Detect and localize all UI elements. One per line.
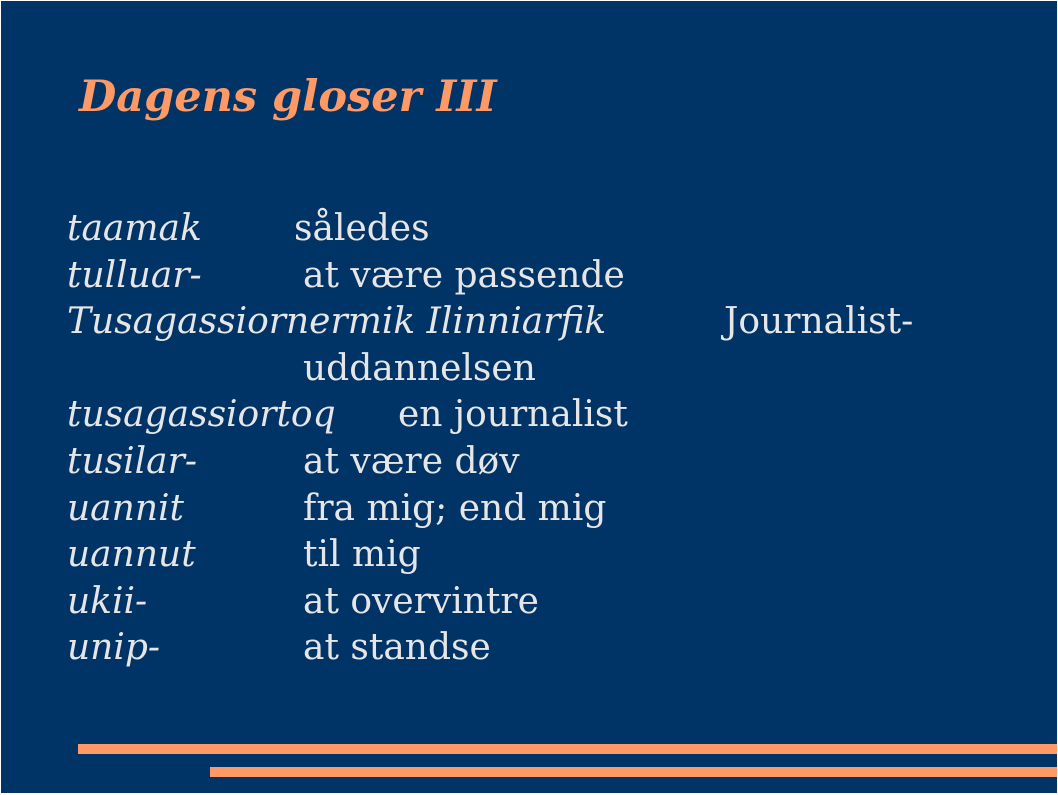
- glossary-term: unip-: [67, 627, 161, 669]
- glossary-list: taamak således tulluar- at være passende…: [67, 206, 1047, 672]
- glossary-entry: ukii- at overvintre: [67, 579, 1047, 626]
- glossary-meaning: at være passende: [303, 254, 625, 296]
- glossary-meaning: uddannelsen: [303, 347, 536, 389]
- glossary-term: uannut: [67, 534, 196, 576]
- glossary-term: taamak: [67, 208, 202, 249]
- glossary-term: ukii-: [67, 580, 148, 622]
- decorative-bar-top: [78, 744, 1057, 754]
- glossary-entry: tusilar- at være døv: [67, 439, 1047, 486]
- decorative-bar-bottom: [210, 767, 1057, 777]
- glossary-term: tusagassiortoq: [67, 394, 336, 436]
- glossary-term: tusilar-: [67, 440, 197, 482]
- glossary-meaning: til mig: [303, 534, 421, 576]
- glossary-entry: uddannelsen: [67, 346, 1047, 393]
- glossary-meaning: at standse: [303, 627, 491, 669]
- glossary-term: Tusagassiornermik Ilinniarfik: [67, 301, 607, 343]
- slide: Dagens gloser III taamak således tulluar…: [1, 1, 1057, 793]
- glossary-entry: tulluar- at være passende: [67, 253, 1047, 300]
- slide-title: Dagens gloser III: [79, 72, 497, 122]
- glossary-meaning: at overvintre: [303, 580, 539, 622]
- glossary-meaning: at være døv: [303, 440, 520, 482]
- glossary-entry: uannit fra mig; end mig: [67, 486, 1047, 533]
- glossary-entry: Tusagassiornermik Ilinniarfik Journalist…: [67, 299, 1047, 346]
- glossary-entry: unip- at standse: [67, 625, 1047, 672]
- glossary-meaning: en journalist: [398, 394, 628, 436]
- glossary-entry: uannut til mig: [67, 532, 1047, 579]
- glossary-meaning: fra mig; end mig: [303, 487, 607, 529]
- glossary-entry: tusagassiortoq en journalist: [67, 392, 1047, 439]
- glossary-meaning: Journalist-: [724, 301, 914, 343]
- glossary-term: uannit: [67, 487, 184, 529]
- glossary-entry: taamak således: [67, 206, 1047, 253]
- glossary-meaning: således: [294, 208, 430, 249]
- glossary-term: tulluar-: [67, 254, 202, 296]
